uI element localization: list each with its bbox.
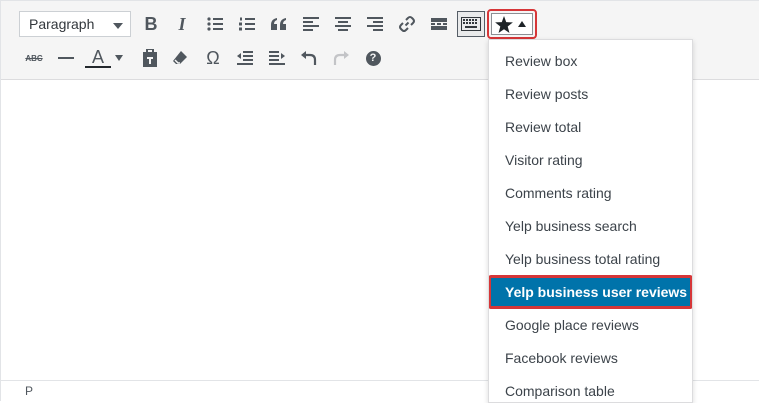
- special-character-button[interactable]: Ω: [200, 45, 226, 71]
- align-left-button[interactable]: [298, 11, 324, 37]
- chevron-down-icon: [113, 23, 123, 29]
- menu-item-yelp-business-total-rating[interactable]: Yelp business total rating: [489, 245, 692, 273]
- keyboard-icon: [461, 17, 481, 31]
- menu-item-facebook-reviews[interactable]: Facebook reviews: [489, 344, 692, 372]
- chevron-down-icon: [115, 55, 123, 61]
- caret-up-icon: [518, 21, 526, 27]
- italic-icon: I: [178, 13, 186, 34]
- redo-button[interactable]: [328, 45, 354, 71]
- undo-icon: [301, 51, 317, 65]
- align-right-button[interactable]: [362, 11, 388, 37]
- align-center-icon: [335, 17, 351, 31]
- align-center-button[interactable]: [330, 11, 356, 37]
- review-shortcode-inner: [491, 13, 533, 35]
- clear-formatting-icon: [173, 51, 187, 64]
- strikethrough-icon: ABC: [25, 53, 43, 63]
- menu-item-review-posts[interactable]: Review posts: [489, 80, 692, 108]
- numbered-list-icon: [239, 17, 255, 31]
- bold-icon: B: [144, 13, 158, 34]
- review-shortcode-button[interactable]: [487, 9, 537, 39]
- strikethrough-button[interactable]: ABC: [21, 45, 47, 71]
- outdent-icon: [237, 51, 253, 65]
- element-path[interactable]: P: [25, 384, 33, 398]
- paste-text-icon: [143, 49, 157, 67]
- read-more-button[interactable]: [426, 11, 452, 37]
- star-icon: [495, 15, 513, 33]
- redo-icon: [333, 51, 349, 65]
- link-button[interactable]: [394, 11, 420, 37]
- menu-item-comparison-table[interactable]: Comparison table: [489, 377, 692, 402]
- link-icon: [399, 16, 415, 32]
- blockquote-icon: [271, 18, 286, 30]
- menu-item-review-total[interactable]: Review total: [489, 113, 692, 141]
- format-select-value: Paragraph: [29, 16, 95, 32]
- review-shortcode-menu: Review box Review posts Review total Vis…: [488, 39, 693, 403]
- horizontal-line-icon: [58, 57, 74, 59]
- menu-item-comments-rating[interactable]: Comments rating: [489, 179, 692, 207]
- numbered-list-button[interactable]: [234, 11, 260, 37]
- format-select[interactable]: Paragraph: [19, 11, 131, 37]
- help-icon: ?: [365, 50, 381, 66]
- blockquote-button[interactable]: [266, 11, 292, 37]
- help-button[interactable]: ?: [360, 45, 386, 71]
- paste-text-button[interactable]: [137, 45, 163, 71]
- clear-formatting-button[interactable]: [167, 45, 193, 71]
- indent-icon: [269, 51, 285, 65]
- bullet-list-button[interactable]: [202, 11, 228, 37]
- text-color-button[interactable]: A: [85, 45, 125, 71]
- bullet-list-icon: [207, 17, 223, 31]
- toolbar-toggle-button[interactable]: [457, 11, 485, 37]
- special-character-icon: Ω: [206, 47, 220, 68]
- horizontal-line-button[interactable]: [53, 45, 79, 71]
- undo-button[interactable]: [296, 45, 322, 71]
- menu-item-google-place-reviews[interactable]: Google place reviews: [489, 311, 692, 339]
- menu-item-yelp-business-user-reviews[interactable]: Yelp business user reviews: [489, 275, 692, 309]
- menu-item-review-box[interactable]: Review box: [489, 47, 692, 75]
- outdent-button[interactable]: [232, 45, 258, 71]
- italic-button[interactable]: I: [169, 11, 195, 37]
- read-more-icon: [431, 18, 447, 30]
- align-right-icon: [367, 17, 383, 31]
- menu-item-visitor-rating[interactable]: Visitor rating: [489, 146, 692, 174]
- menu-item-yelp-business-search[interactable]: Yelp business search: [489, 212, 692, 240]
- indent-button[interactable]: [264, 45, 290, 71]
- align-left-icon: [303, 17, 319, 31]
- bold-button[interactable]: B: [138, 11, 164, 37]
- text-color-icon: A: [85, 48, 111, 68]
